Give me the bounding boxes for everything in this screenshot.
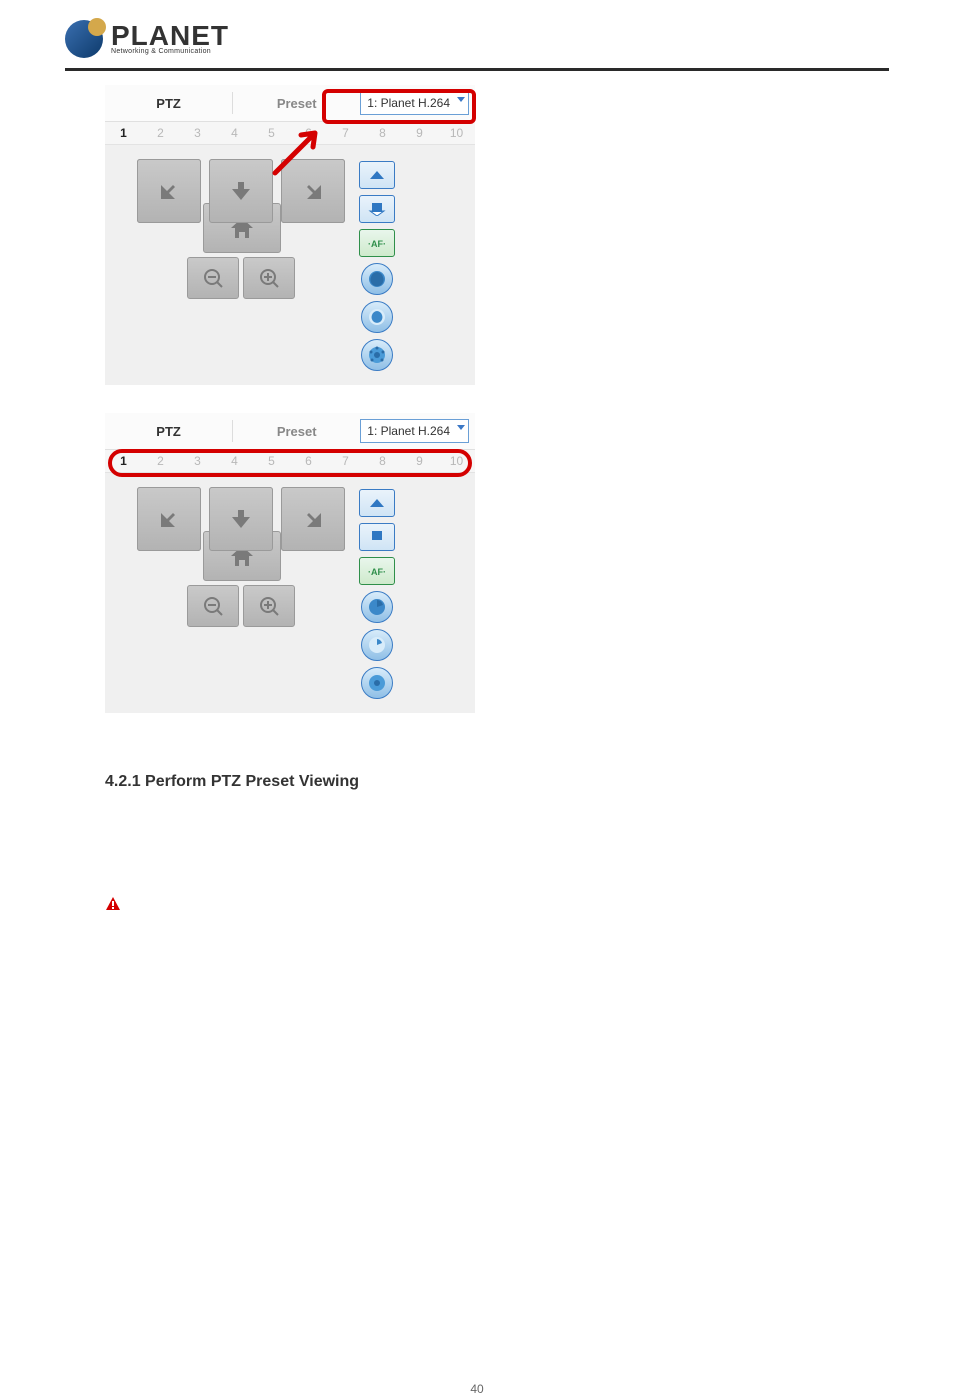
- zoom-out-button[interactable]: [187, 257, 239, 299]
- preset-num-7[interactable]: 7: [327, 450, 364, 472]
- preset-num-8[interactable]: 8: [364, 450, 401, 472]
- ptz-side-buttons: ·AF·: [359, 159, 395, 371]
- iris-open-button[interactable]: [361, 591, 393, 623]
- iris-open-button[interactable]: [361, 263, 393, 295]
- zoom-in-button[interactable]: [243, 585, 295, 627]
- camera-select[interactable]: 1: Planet H.264: [360, 419, 469, 443]
- preset-num-2[interactable]: 2: [142, 450, 179, 472]
- page-number: 40: [65, 1382, 889, 1396]
- preset-num-1[interactable]: 1: [105, 450, 142, 472]
- preset-num-6[interactable]: 6: [290, 122, 327, 144]
- preset-num-7[interactable]: 7: [327, 122, 364, 144]
- auto-focus-button[interactable]: ·AF·: [359, 229, 395, 257]
- preset-number-row: 1 2 3 4 5 6 7 8 9 10: [105, 450, 475, 473]
- section-heading: 4.2.1 Perform PTZ Preset Viewing: [105, 773, 889, 791]
- header-divider: [65, 68, 889, 71]
- zoom-out-button[interactable]: [187, 585, 239, 627]
- warning-note: [105, 896, 889, 912]
- preset-number-row: 1 2 3 4 5 6 7 8 9 10: [105, 122, 475, 145]
- zoom-in-button[interactable]: [243, 257, 295, 299]
- preset-num-1[interactable]: 1: [105, 122, 142, 144]
- focus-near-button[interactable]: [359, 195, 395, 223]
- ptz-down-right-button[interactable]: [281, 487, 345, 551]
- tab-preset[interactable]: Preset: [233, 85, 360, 121]
- auto-focus-button[interactable]: ·AF·: [359, 557, 395, 585]
- svg-text:·AF·: ·AF·: [368, 567, 386, 577]
- ptz-down-right-button[interactable]: [281, 159, 345, 223]
- tab-preset[interactable]: Preset: [233, 413, 360, 449]
- preset-num-6[interactable]: 6: [290, 450, 327, 472]
- preset-num-4[interactable]: 4: [216, 122, 253, 144]
- auto-iris-button[interactable]: [361, 339, 393, 371]
- iris-close-button[interactable]: [361, 301, 393, 333]
- preset-num-4[interactable]: 4: [216, 450, 253, 472]
- camera-select[interactable]: 1: Planet H.264: [360, 91, 469, 115]
- preset-num-3[interactable]: 3: [179, 450, 216, 472]
- preset-num-3[interactable]: 3: [179, 122, 216, 144]
- preset-num-2[interactable]: 2: [142, 122, 179, 144]
- focus-far-button[interactable]: [359, 161, 395, 189]
- ptz-panel-screenshot-1: PTZ Preset 1: Planet H.264 1 2 3 4 5 6 7…: [105, 85, 475, 385]
- camera-select-value: 1: Planet H.264: [367, 96, 450, 110]
- focus-far-button[interactable]: [359, 489, 395, 517]
- logo: PLANET Networking & Communication: [65, 20, 889, 58]
- preset-num-9[interactable]: 9: [401, 122, 438, 144]
- tab-ptz[interactable]: PTZ: [105, 413, 232, 449]
- warning-icon: [105, 896, 121, 912]
- tab-ptz[interactable]: PTZ: [105, 85, 232, 121]
- chevron-down-icon: [457, 425, 465, 430]
- logo-brand: PLANET: [111, 23, 229, 48]
- iris-close-button[interactable]: [361, 629, 393, 661]
- ptz-down-left-button[interactable]: [137, 159, 201, 223]
- auto-iris-button[interactable]: [361, 667, 393, 699]
- svg-text:·AF·: ·AF·: [368, 239, 386, 249]
- focus-near-button[interactable]: [359, 523, 395, 551]
- preset-num-5[interactable]: 5: [253, 450, 290, 472]
- ptz-direction-pad: [117, 487, 327, 697]
- preset-num-8[interactable]: 8: [364, 122, 401, 144]
- logo-globe-icon: [65, 20, 103, 58]
- preset-num-10[interactable]: 10: [438, 450, 475, 472]
- preset-num-5[interactable]: 5: [253, 122, 290, 144]
- preset-num-9[interactable]: 9: [401, 450, 438, 472]
- ptz-down-button[interactable]: [209, 159, 273, 223]
- chevron-down-icon: [457, 97, 465, 102]
- ptz-down-left-button[interactable]: [137, 487, 201, 551]
- preset-num-10[interactable]: 10: [438, 122, 475, 144]
- ptz-side-buttons: ·AF·: [359, 487, 395, 699]
- ptz-panel-screenshot-2: PTZ Preset 1: Planet H.264 1 2 3 4 5 6 7…: [105, 413, 475, 713]
- ptz-direction-pad: [117, 159, 327, 369]
- camera-select-value: 1: Planet H.264: [367, 424, 450, 438]
- ptz-down-button[interactable]: [209, 487, 273, 551]
